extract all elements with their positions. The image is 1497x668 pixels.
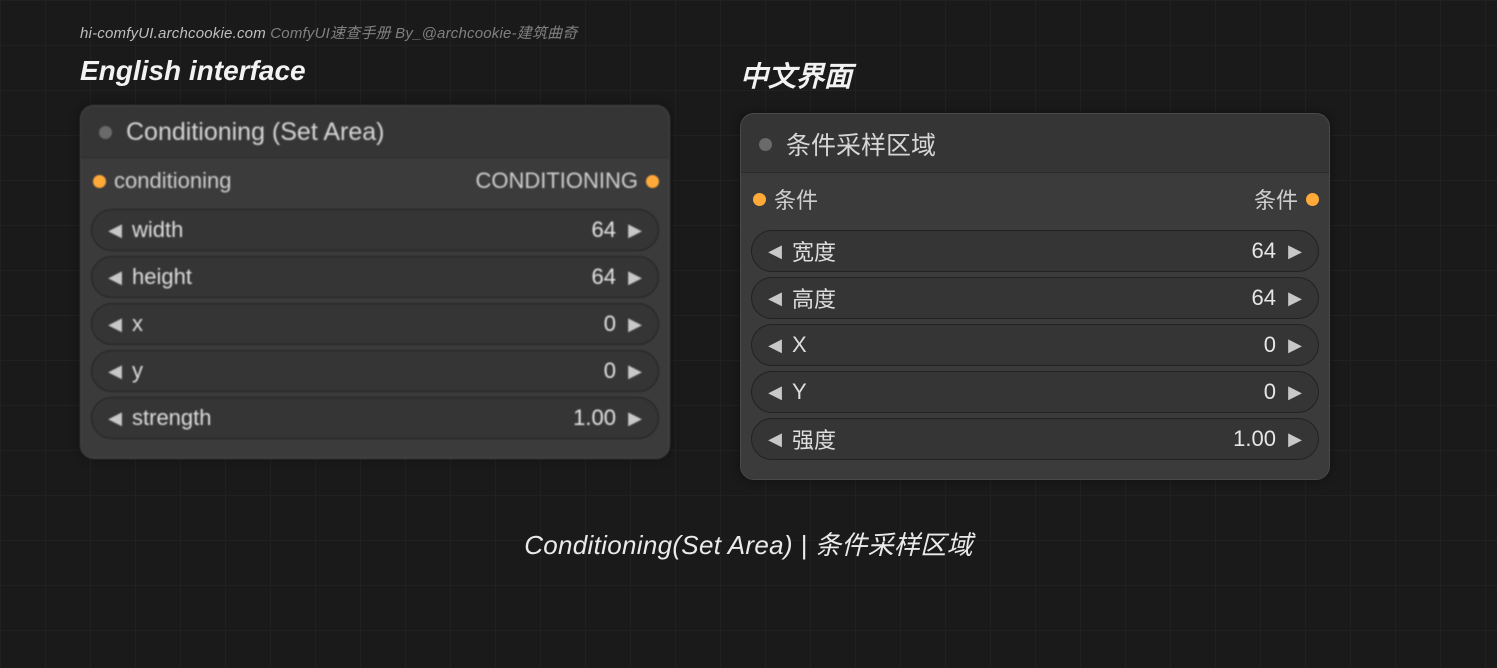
input-socket-icon[interactable] xyxy=(753,193,766,206)
param-y[interactable]: ◀ Y 0 ▶ xyxy=(751,371,1319,413)
param-width[interactable]: ◀ width 64 ▶ xyxy=(91,209,659,251)
chevron-right-icon[interactable]: ▶ xyxy=(624,408,646,429)
chevron-right-icon[interactable]: ▶ xyxy=(624,361,646,382)
param-label: height xyxy=(132,264,592,290)
output-label: 条件 xyxy=(1254,183,1298,215)
node-header[interactable]: 条件采样区域 xyxy=(741,114,1329,173)
io-row: conditioning CONDITIONING xyxy=(91,164,659,204)
param-value[interactable]: 64 xyxy=(592,264,616,290)
param-label: Y xyxy=(792,379,1264,405)
credit-line: hi-comfyUI.archcookie.com ComfyUI速查手册 By… xyxy=(80,22,1417,43)
param-label: strength xyxy=(132,405,573,431)
node-chinese[interactable]: 条件采样区域 条件 条件 ◀ xyxy=(740,113,1330,480)
param-value[interactable]: 0 xyxy=(1264,379,1276,405)
param-strength[interactable]: ◀ strength 1.00 ▶ xyxy=(91,397,659,439)
chevron-right-icon[interactable]: ▶ xyxy=(624,220,646,241)
chevron-right-icon[interactable]: ▶ xyxy=(1284,429,1306,450)
chevron-right-icon[interactable]: ▶ xyxy=(1284,288,1306,309)
io-row: 条件 条件 xyxy=(751,179,1319,225)
input-label: conditioning xyxy=(114,168,231,194)
chevron-left-icon[interactable]: ◀ xyxy=(104,314,126,335)
param-value[interactable]: 64 xyxy=(1252,238,1276,264)
param-value[interactable]: 0 xyxy=(1264,332,1276,358)
node-title: 条件采样区域 xyxy=(786,126,936,162)
param-value[interactable]: 64 xyxy=(592,217,616,243)
collapse-dot-icon[interactable] xyxy=(759,138,772,151)
credit-site: hi-comfyUI.archcookie.com xyxy=(80,25,266,42)
chevron-left-icon[interactable]: ◀ xyxy=(764,288,786,309)
chevron-left-icon[interactable]: ◀ xyxy=(104,361,126,382)
param-label: 宽度 xyxy=(792,235,1252,267)
param-y[interactable]: ◀ y 0 ▶ xyxy=(91,350,659,392)
param-label: 强度 xyxy=(792,423,1233,455)
chevron-left-icon[interactable]: ◀ xyxy=(764,241,786,262)
credit-rest: ComfyUI速查手册 By_@archcookie-建筑曲奇 xyxy=(266,25,578,42)
left-heading: English interface xyxy=(80,55,670,87)
output-socket-icon[interactable] xyxy=(646,175,659,188)
param-label: width xyxy=(132,217,592,243)
chevron-left-icon[interactable]: ◀ xyxy=(764,429,786,450)
chevron-right-icon[interactable]: ▶ xyxy=(624,314,646,335)
param-value[interactable]: 64 xyxy=(1252,285,1276,311)
node-title: Conditioning (Set Area) xyxy=(126,118,384,147)
right-heading: 中文界面 xyxy=(740,55,1330,95)
chevron-left-icon[interactable]: ◀ xyxy=(104,408,126,429)
param-x[interactable]: ◀ x 0 ▶ xyxy=(91,303,659,345)
chevron-right-icon[interactable]: ▶ xyxy=(624,267,646,288)
param-x[interactable]: ◀ X 0 ▶ xyxy=(751,324,1319,366)
node-english[interactable]: Conditioning (Set Area) conditioning CON… xyxy=(80,105,670,459)
chevron-left-icon[interactable]: ◀ xyxy=(104,267,126,288)
param-height[interactable]: ◀ height 64 ▶ xyxy=(91,256,659,298)
param-label: x xyxy=(132,311,604,337)
param-strength[interactable]: ◀ 强度 1.00 ▶ xyxy=(751,418,1319,460)
param-value[interactable]: 0 xyxy=(604,311,616,337)
collapse-dot-icon[interactable] xyxy=(99,126,112,139)
chevron-left-icon[interactable]: ◀ xyxy=(764,335,786,356)
output-socket-icon[interactable] xyxy=(1306,193,1319,206)
param-label: y xyxy=(132,358,604,384)
chevron-right-icon[interactable]: ▶ xyxy=(1284,335,1306,356)
chevron-right-icon[interactable]: ▶ xyxy=(1284,241,1306,262)
output-label: CONDITIONING xyxy=(475,168,638,194)
param-value[interactable]: 0 xyxy=(604,358,616,384)
param-value[interactable]: 1.00 xyxy=(573,405,616,431)
param-label: X xyxy=(792,332,1264,358)
chevron-right-icon[interactable]: ▶ xyxy=(1284,382,1306,403)
chevron-left-icon[interactable]: ◀ xyxy=(764,382,786,403)
param-label: 高度 xyxy=(792,282,1252,314)
input-label: 条件 xyxy=(774,183,818,215)
node-header[interactable]: Conditioning (Set Area) xyxy=(81,106,669,158)
input-socket-icon[interactable] xyxy=(93,175,106,188)
param-height[interactable]: ◀ 高度 64 ▶ xyxy=(751,277,1319,319)
param-value[interactable]: 1.00 xyxy=(1233,426,1276,452)
chevron-left-icon[interactable]: ◀ xyxy=(104,220,126,241)
footer-caption: Conditioning(Set Area) | 条件采样区域 xyxy=(80,525,1417,562)
param-width[interactable]: ◀ 宽度 64 ▶ xyxy=(751,230,1319,272)
